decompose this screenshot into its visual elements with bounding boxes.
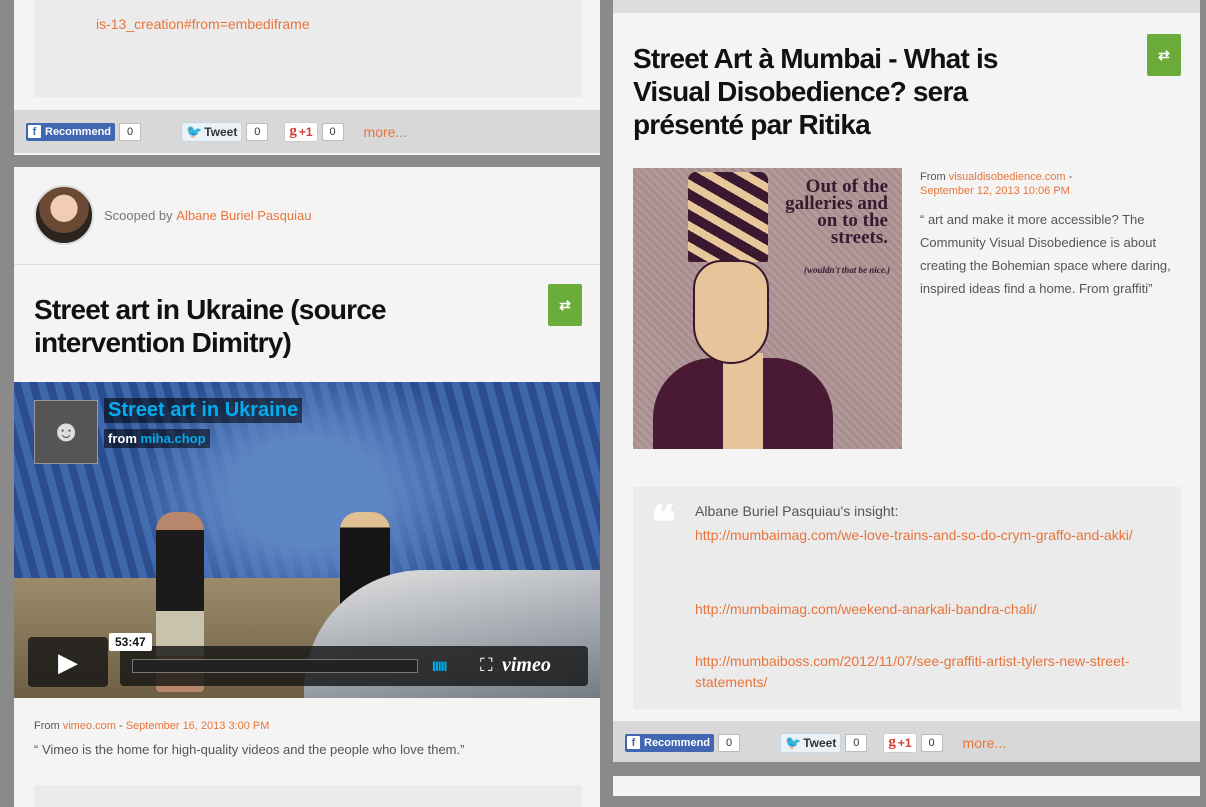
source-site-link[interactable]: vimeo.com bbox=[63, 720, 116, 732]
tweet-count: 0 bbox=[246, 122, 269, 141]
author-avatar[interactable] bbox=[34, 185, 94, 245]
post-image[interactable]: Out of the galleries and on to the stree… bbox=[633, 168, 902, 449]
tweet-button[interactable]: 🐦 Tweet bbox=[780, 732, 842, 753]
insight-box-start bbox=[34, 785, 582, 807]
share-bar: f Recommend 0 🐦 Tweet 0 g +1 0 more... bbox=[613, 721, 1200, 762]
video-channel-avatar[interactable]: ☻ bbox=[34, 400, 98, 464]
poster-face bbox=[693, 260, 769, 364]
fullscreen-icon[interactable]: ⛶ bbox=[480, 655, 493, 676]
next-post-card bbox=[613, 776, 1200, 796]
post-card-ukraine: Scooped by Albane Buriel Pasquiau Street… bbox=[14, 167, 600, 807]
post-excerpt: “ Vimeo is the home for high-quality vid… bbox=[34, 742, 465, 757]
play-icon: ▶ bbox=[58, 646, 78, 677]
video-channel-link[interactable]: miha.chop bbox=[141, 431, 206, 446]
divider bbox=[14, 264, 600, 265]
rescoop-button[interactable]: ⇄ bbox=[548, 284, 582, 326]
insight-link[interactable]: http://mumbaimag.com/weekend-anarkali-ba… bbox=[695, 599, 1165, 620]
google-plus-button[interactable]: g +1 bbox=[883, 732, 917, 753]
facebook-recommend-button[interactable]: f Recommend bbox=[26, 122, 116, 141]
more-share-link[interactable]: more... bbox=[364, 124, 408, 140]
insight-box: ❝ Albane Buriel Pasquiau's insight: http… bbox=[633, 487, 1181, 709]
scooped-author-link[interactable]: Albane Buriel Pasquiau bbox=[176, 208, 311, 223]
previous-post-card: is-13_creation#from=embediframe f Recomm… bbox=[14, 0, 600, 155]
rescoop-button[interactable]: ⇄ bbox=[1147, 34, 1181, 76]
post-title[interactable]: Street art in Ukraine (source interventi… bbox=[34, 293, 504, 359]
google-plus-count: 0 bbox=[321, 122, 344, 141]
previous-post-excerpt-box: is-13_creation#from=embediframe bbox=[34, 0, 582, 97]
tweet-button[interactable]: 🐦 Tweet bbox=[181, 121, 243, 142]
google-plus-icon: g bbox=[888, 734, 896, 750]
embed-url-link[interactable]: is-13_creation#from=embediframe bbox=[96, 16, 310, 32]
twitter-bird-icon: 🐦 bbox=[785, 734, 802, 750]
more-share-link[interactable]: more... bbox=[963, 735, 1007, 751]
vimeo-logo[interactable]: vimeo bbox=[502, 654, 551, 677]
recommend-count: 0 bbox=[718, 733, 741, 752]
tweet-count: 0 bbox=[845, 733, 868, 752]
twitter-bird-icon: 🐦 bbox=[186, 123, 203, 139]
quote-icon: ❝ bbox=[651, 497, 676, 548]
facebook-icon: f bbox=[627, 736, 640, 749]
video-progress-bar[interactable] bbox=[132, 659, 418, 673]
video-title[interactable]: Street art in Ukraine bbox=[104, 398, 303, 423]
play-button[interactable]: ▶ bbox=[28, 637, 108, 687]
source-site-link[interactable]: visualdisobedience.com bbox=[949, 171, 1066, 183]
insight-link[interactable]: http://mumbaiboss.com/2012/11/07/see-gra… bbox=[695, 651, 1165, 693]
video-player[interactable]: ☻ Street art in Ukraine from miha.chop ▶… bbox=[14, 382, 600, 698]
scooped-by: Scooped by Albane Buriel Pasquiau bbox=[34, 185, 311, 245]
recommend-count: 0 bbox=[119, 122, 142, 141]
google-plus-count: 0 bbox=[920, 733, 943, 752]
rescoop-icon: ⇄ bbox=[559, 296, 571, 313]
video-duration: 53:47 bbox=[109, 633, 152, 651]
source-date-link[interactable]: September 16, 2013 3:00 PM bbox=[126, 720, 270, 732]
facebook-icon: f bbox=[28, 125, 41, 138]
post-excerpt: “ art and make it more accessible? The C… bbox=[920, 212, 1171, 296]
card-top-strip bbox=[613, 0, 1200, 13]
insight-link[interactable]: http://mumbaimag.com/we-love-trains-and-… bbox=[695, 525, 1165, 546]
post-card-mumbai: Street Art à Mumbai - What is Visual Dis… bbox=[613, 0, 1200, 762]
source-line: From vimeo.com - September 16, 2013 3:00… bbox=[34, 720, 270, 732]
video-from: from miha.chop bbox=[104, 429, 210, 448]
insight-heading: Albane Buriel Pasquiau's insight: bbox=[695, 503, 899, 519]
poster-text: Out of the galleries and on to the stree… bbox=[785, 176, 888, 248]
google-plus-button[interactable]: g +1 bbox=[284, 121, 318, 142]
rescoop-icon: ⇄ bbox=[1158, 46, 1170, 63]
poster-subtext: (wouldn't that be nice.) bbox=[803, 265, 890, 275]
facebook-recommend-button[interactable]: f Recommend bbox=[625, 733, 715, 752]
poster-hat bbox=[688, 172, 768, 262]
source-date-link[interactable]: September 12, 2013 10:06 PM bbox=[920, 185, 1070, 197]
post-title[interactable]: Street Art à Mumbai - What is Visual Dis… bbox=[633, 42, 1053, 141]
google-plus-icon: g bbox=[289, 123, 297, 139]
video-control-bar: IIIII ⛶ vimeo bbox=[120, 646, 588, 686]
share-bar: f Recommend 0 🐦 Tweet 0 g +1 0 more... bbox=[14, 110, 600, 153]
source-line: From visualdisobedience.com - September … bbox=[920, 171, 1073, 197]
poster-shirt bbox=[723, 353, 763, 449]
scooped-prefix: Scooped by bbox=[104, 207, 173, 223]
volume-icon[interactable]: IIIII bbox=[432, 658, 447, 674]
